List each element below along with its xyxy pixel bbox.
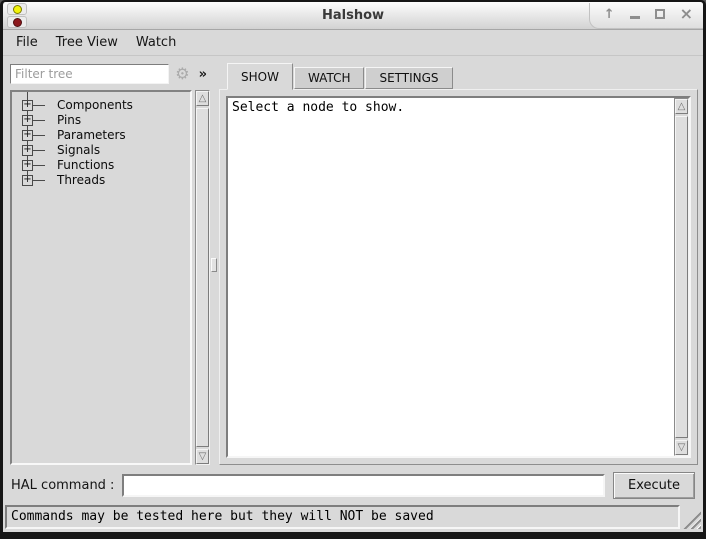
tree-item-parameters[interactable]: + Parameters bbox=[12, 128, 190, 143]
expand-icon[interactable]: + bbox=[22, 145, 33, 156]
expand-icon[interactable]: + bbox=[22, 100, 33, 111]
tab-settings[interactable]: SETTINGS bbox=[365, 67, 452, 89]
scrollbar-thumb[interactable] bbox=[675, 116, 688, 438]
window-menu-button-top[interactable] bbox=[7, 3, 27, 15]
status-bar: Commands may be tested here but they wil… bbox=[3, 503, 703, 532]
show-scrollbar[interactable]: △ ▽ bbox=[674, 98, 689, 456]
hal-command-label: HAL command : bbox=[11, 478, 114, 493]
notebook-pane: SHOW WATCH SETTINGS Select a node to sho… bbox=[219, 58, 701, 467]
main-area: ⚙ » + Components + Pin bbox=[3, 56, 703, 467]
splitter-handle[interactable] bbox=[211, 258, 217, 272]
tree-item-components[interactable]: + Components bbox=[12, 98, 190, 113]
tree-item-label: Threads bbox=[57, 173, 105, 187]
scroll-up-icon[interactable]: △ bbox=[196, 91, 209, 106]
tree-scrollbar[interactable]: △ ▽ bbox=[195, 90, 210, 465]
tree-area: + Components + Pins + Parameters bbox=[10, 90, 210, 465]
menubar: File Tree View Watch bbox=[3, 30, 703, 56]
minimize-icon[interactable] bbox=[630, 16, 640, 19]
yellow-dot-icon bbox=[13, 5, 22, 14]
hal-command-bar: HAL command : Execute bbox=[3, 467, 703, 503]
window-icon-group bbox=[7, 3, 27, 28]
red-dot-icon bbox=[13, 18, 22, 27]
window-controls: ↑ × bbox=[589, 3, 703, 29]
tab-watch[interactable]: WATCH bbox=[294, 67, 365, 89]
expand-icon[interactable]: + bbox=[22, 175, 33, 186]
menu-tree-view[interactable]: Tree View bbox=[47, 32, 127, 53]
hal-command-input[interactable] bbox=[122, 474, 605, 497]
scroll-down-icon[interactable]: ▽ bbox=[675, 440, 688, 455]
tree-item-label: Components bbox=[57, 98, 133, 112]
gear-icon[interactable]: ⚙ bbox=[175, 66, 189, 82]
menu-watch[interactable]: Watch bbox=[127, 32, 185, 53]
scroll-up-icon[interactable]: △ bbox=[675, 99, 688, 114]
show-tab-panel: Select a node to show. △ ▽ bbox=[219, 89, 698, 465]
menu-file[interactable]: File bbox=[7, 32, 47, 53]
tab-show[interactable]: SHOW bbox=[227, 63, 293, 90]
expand-icon[interactable]: + bbox=[22, 160, 33, 171]
maximize-icon[interactable] bbox=[655, 9, 665, 19]
close-icon[interactable]: × bbox=[680, 6, 693, 22]
filter-row: ⚙ » bbox=[10, 62, 210, 86]
filter-tree-input[interactable] bbox=[10, 64, 169, 84]
window-menu-button-bottom[interactable] bbox=[7, 16, 27, 28]
show-text-widget[interactable]: Select a node to show. △ ▽ bbox=[226, 96, 691, 458]
tree-item-threads[interactable]: + Threads bbox=[12, 173, 190, 188]
expand-icon[interactable]: + bbox=[22, 130, 33, 141]
status-message: Commands may be tested here but they wil… bbox=[5, 505, 680, 529]
halshow-window: Halshow ↑ × File Tree View Watch ⚙ » bbox=[0, 0, 706, 539]
scroll-down-icon[interactable]: ▽ bbox=[196, 449, 209, 464]
tree-item-label: Functions bbox=[57, 158, 114, 172]
tree-item-functions[interactable]: + Functions bbox=[12, 158, 190, 173]
execute-button[interactable]: Execute bbox=[613, 472, 695, 499]
titlebar[interactable]: Halshow ↑ × bbox=[3, 2, 703, 30]
shade-icon[interactable]: ↑ bbox=[604, 8, 615, 21]
resize-grip-icon[interactable] bbox=[683, 511, 701, 529]
show-text: Select a node to show. bbox=[228, 98, 674, 456]
notebook-tabs: SHOW WATCH SETTINGS bbox=[219, 62, 698, 89]
pane-splitter[interactable] bbox=[210, 58, 219, 467]
tree-item-label: Parameters bbox=[57, 128, 126, 142]
scrollbar-thumb[interactable] bbox=[196, 108, 209, 447]
tree-item-signals[interactable]: + Signals bbox=[12, 143, 190, 158]
tree-item-pins[interactable]: + Pins bbox=[12, 113, 190, 128]
tree-item-label: Signals bbox=[57, 143, 100, 157]
tree-canvas[interactable]: + Components + Pins + Parameters bbox=[10, 90, 192, 465]
expand-icon[interactable]: + bbox=[22, 115, 33, 126]
tree-pane: ⚙ » + Components + Pin bbox=[3, 58, 210, 467]
tree-item-label: Pins bbox=[57, 113, 81, 127]
more-options-button[interactable]: » bbox=[196, 67, 210, 82]
tree-rows: + Components + Pins + Parameters bbox=[12, 98, 190, 188]
